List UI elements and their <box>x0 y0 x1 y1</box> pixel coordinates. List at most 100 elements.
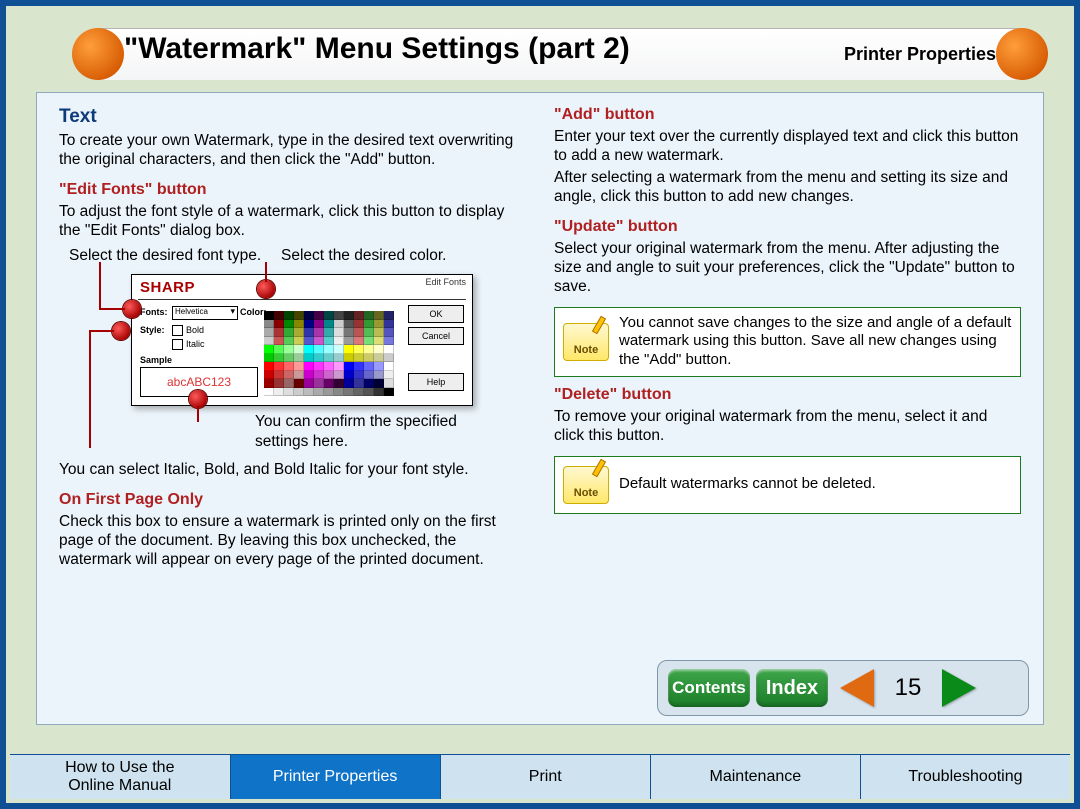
color-swatch[interactable] <box>284 337 294 346</box>
tab-print[interactable]: Print <box>441 755 651 799</box>
color-swatch[interactable] <box>354 388 364 397</box>
color-swatch[interactable] <box>324 371 334 380</box>
contents-button[interactable]: Contents <box>668 669 750 707</box>
color-swatch[interactable] <box>274 379 284 388</box>
color-swatch[interactable] <box>324 345 334 354</box>
color-swatch[interactable] <box>294 371 304 380</box>
color-swatch[interactable] <box>294 328 304 337</box>
color-swatch[interactable] <box>374 320 384 329</box>
color-swatch[interactable] <box>294 379 304 388</box>
color-swatch[interactable] <box>264 328 274 337</box>
prev-page-button[interactable] <box>834 668 880 708</box>
color-swatch[interactable] <box>344 362 354 371</box>
color-swatch[interactable] <box>324 379 334 388</box>
color-swatch[interactable] <box>324 354 334 363</box>
color-swatch[interactable] <box>334 320 344 329</box>
color-swatch[interactable] <box>324 362 334 371</box>
color-swatch[interactable] <box>374 354 384 363</box>
color-swatch[interactable] <box>384 362 394 371</box>
color-swatch[interactable] <box>334 371 344 380</box>
color-swatch[interactable] <box>364 371 374 380</box>
color-swatch[interactable] <box>284 354 294 363</box>
color-swatch[interactable] <box>364 388 374 397</box>
color-swatch[interactable] <box>354 320 364 329</box>
color-swatch[interactable] <box>344 379 354 388</box>
color-swatch[interactable] <box>344 337 354 346</box>
color-swatch[interactable] <box>274 320 284 329</box>
color-swatch[interactable] <box>304 328 314 337</box>
color-swatch[interactable] <box>324 388 334 397</box>
color-swatch[interactable] <box>284 362 294 371</box>
tab-printer-properties[interactable]: Printer Properties <box>231 755 441 799</box>
color-swatch[interactable] <box>324 320 334 329</box>
color-swatch[interactable] <box>264 337 274 346</box>
color-swatch[interactable] <box>264 371 274 380</box>
color-swatch[interactable] <box>314 362 324 371</box>
color-swatch[interactable] <box>274 371 284 380</box>
color-swatch[interactable] <box>314 379 324 388</box>
color-swatch[interactable] <box>264 311 274 320</box>
color-swatch[interactable] <box>334 337 344 346</box>
color-swatch[interactable] <box>354 379 364 388</box>
color-swatch[interactable] <box>294 345 304 354</box>
color-swatch[interactable] <box>304 345 314 354</box>
color-swatch[interactable] <box>364 362 374 371</box>
color-swatch[interactable] <box>314 328 324 337</box>
color-swatch[interactable] <box>284 388 294 397</box>
color-swatch[interactable] <box>264 354 274 363</box>
color-swatch[interactable] <box>384 354 394 363</box>
color-swatch[interactable] <box>384 388 394 397</box>
color-swatch[interactable] <box>364 320 374 329</box>
color-swatch[interactable] <box>304 362 314 371</box>
color-swatch[interactable] <box>284 379 294 388</box>
italic-checkbox[interactable] <box>172 339 183 350</box>
color-swatch[interactable] <box>294 337 304 346</box>
bold-checkbox[interactable] <box>172 325 183 336</box>
color-swatch[interactable] <box>304 311 314 320</box>
color-swatch[interactable] <box>384 311 394 320</box>
color-swatch[interactable] <box>334 311 344 320</box>
tab-troubleshooting[interactable]: Troubleshooting <box>861 755 1070 799</box>
color-swatch[interactable] <box>304 379 314 388</box>
color-swatch[interactable] <box>274 388 284 397</box>
color-swatch[interactable] <box>364 311 374 320</box>
color-swatch[interactable] <box>314 345 324 354</box>
color-swatch[interactable] <box>344 388 354 397</box>
color-swatch[interactable] <box>334 328 344 337</box>
color-swatch[interactable] <box>294 362 304 371</box>
color-swatch[interactable] <box>324 311 334 320</box>
color-swatch[interactable] <box>304 388 314 397</box>
color-swatch[interactable] <box>344 354 354 363</box>
help-button[interactable]: Help <box>408 373 464 391</box>
color-swatch[interactable] <box>334 362 344 371</box>
color-swatch[interactable] <box>314 337 324 346</box>
color-swatch[interactable] <box>324 337 334 346</box>
color-swatch[interactable] <box>354 337 364 346</box>
color-swatch[interactable] <box>364 337 374 346</box>
color-swatch[interactable] <box>334 354 344 363</box>
ok-button[interactable]: OK <box>408 305 464 323</box>
color-grid[interactable] <box>264 311 394 389</box>
color-swatch[interactable] <box>344 345 354 354</box>
color-swatch[interactable] <box>384 337 394 346</box>
color-swatch[interactable] <box>274 354 284 363</box>
color-swatch[interactable] <box>344 311 354 320</box>
color-swatch[interactable] <box>374 337 384 346</box>
color-swatch[interactable] <box>264 379 274 388</box>
color-swatch[interactable] <box>324 328 334 337</box>
color-swatch[interactable] <box>274 362 284 371</box>
color-swatch[interactable] <box>384 320 394 329</box>
color-swatch[interactable] <box>264 320 274 329</box>
color-swatch[interactable] <box>344 320 354 329</box>
color-swatch[interactable] <box>354 345 364 354</box>
color-swatch[interactable] <box>354 354 364 363</box>
color-swatch[interactable] <box>294 311 304 320</box>
color-swatch[interactable] <box>264 362 274 371</box>
color-swatch[interactable] <box>364 345 374 354</box>
color-swatch[interactable] <box>284 345 294 354</box>
color-swatch[interactable] <box>374 388 384 397</box>
color-swatch[interactable] <box>334 388 344 397</box>
color-swatch[interactable] <box>284 328 294 337</box>
color-swatch[interactable] <box>304 320 314 329</box>
tab-how-to-use-the-online-manual[interactable]: How to Use theOnline Manual <box>10 755 231 799</box>
